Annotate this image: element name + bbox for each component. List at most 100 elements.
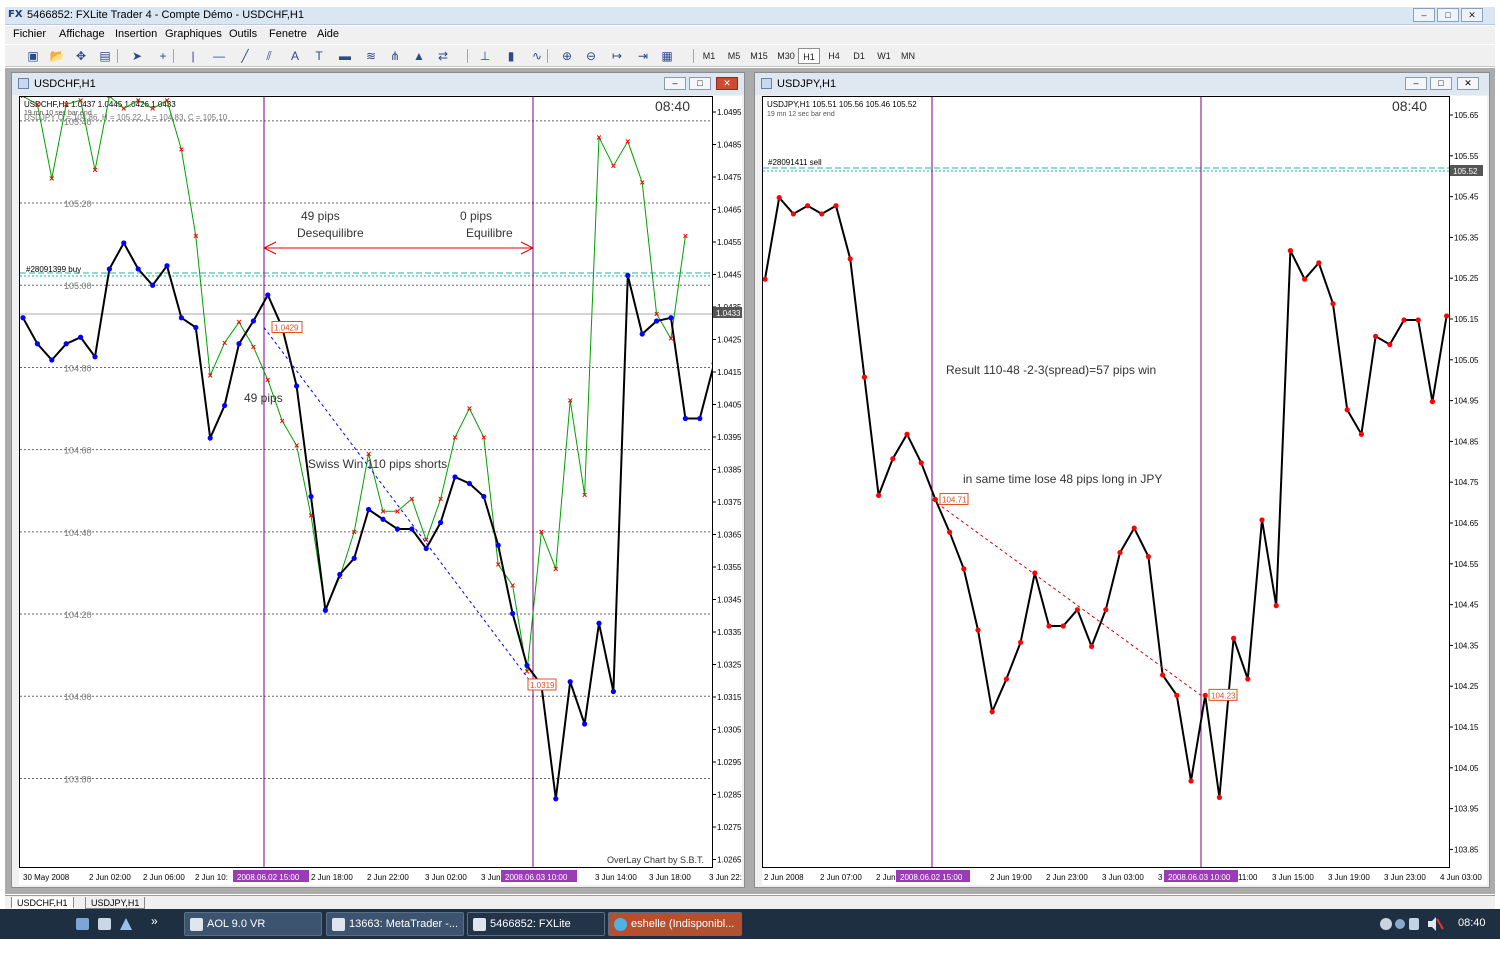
time-tick-label: 2 Jun 07:00 bbox=[820, 873, 862, 882]
price-point bbox=[452, 474, 457, 479]
price-point bbox=[510, 611, 515, 616]
price-scale-usdchf[interactable]: 1.04951.04851.04751.04651.04551.04451.04… bbox=[713, 96, 742, 868]
chart-window-icon bbox=[18, 78, 29, 89]
task-aol[interactable]: AOL 9.0 VR bbox=[184, 912, 322, 936]
bar-chart-icon[interactable]: ⊥ bbox=[475, 47, 495, 65]
timeframe-w1-button[interactable]: W1 bbox=[873, 48, 895, 64]
price-point bbox=[1174, 693, 1179, 698]
price-chart-usdjpy[interactable]: #28091411 sellUSDJPY,H1 105.51 105.56 10… bbox=[762, 96, 1450, 868]
overlay-point: × bbox=[208, 371, 213, 381]
maximize-button[interactable]: □ bbox=[1437, 8, 1459, 22]
text-icon[interactable]: A bbox=[285, 47, 305, 65]
task-messenger[interactable]: eshelle (Indisponibl... bbox=[608, 912, 742, 936]
line-chart-icon[interactable]: ∿ bbox=[527, 47, 547, 65]
show-desktop-icon[interactable] bbox=[76, 918, 89, 930]
price-point bbox=[481, 494, 486, 499]
timeframe-mn-button[interactable]: MN bbox=[897, 48, 919, 64]
horizontal-line-icon[interactable]: — bbox=[209, 47, 229, 65]
ie-icon[interactable] bbox=[98, 918, 111, 930]
price-point bbox=[975, 627, 980, 632]
scale-tick-label: 1.0445 bbox=[717, 271, 742, 280]
candlestick-icon[interactable]: ▮ bbox=[501, 47, 521, 65]
timeframe-m1-button[interactable]: M1 bbox=[698, 48, 720, 64]
tab-usdjpy[interactable]: USDJPY,H1 bbox=[85, 897, 145, 909]
navigator-icon[interactable]: ✥ bbox=[71, 47, 91, 65]
label-icon[interactable]: T bbox=[309, 47, 329, 65]
price-point bbox=[876, 493, 881, 498]
overlay-point: × bbox=[395, 506, 400, 516]
vertical-line-icon[interactable]: | bbox=[183, 47, 203, 65]
chart-close-button[interactable]: ✕ bbox=[716, 77, 738, 90]
price-point bbox=[1345, 407, 1350, 412]
scale-tick-label: 1.0415 bbox=[717, 368, 742, 377]
timeframe-d1-button[interactable]: D1 bbox=[848, 48, 870, 64]
timeframe-m15-button[interactable]: M15 bbox=[748, 48, 770, 64]
messenger-tray-icon[interactable] bbox=[1395, 919, 1405, 929]
price-point bbox=[596, 621, 601, 626]
chart-canvas-usdjpy: #28091411 sellUSDJPY,H1 105.51 105.56 10… bbox=[763, 97, 1449, 867]
menu-insertion[interactable]: Insertion bbox=[115, 28, 157, 40]
timeframe-h4-button[interactable]: H4 bbox=[823, 48, 845, 64]
task-metatrader[interactable]: 13663: MetaTrader -... bbox=[326, 912, 464, 936]
volume-icon[interactable] bbox=[1428, 917, 1436, 931]
autoscroll-icon[interactable]: ↦ bbox=[607, 47, 627, 65]
new-chart-icon[interactable]: ▣ bbox=[23, 47, 43, 65]
triangle-icon[interactable]: ▲ bbox=[409, 47, 429, 65]
price-scale-usdjpy[interactable]: 105.65105.55105.45105.35105.25105.15105.… bbox=[1450, 96, 1487, 868]
menu-outils[interactable]: Outils bbox=[229, 28, 257, 40]
network-icon[interactable] bbox=[1380, 918, 1392, 930]
time-tick-label: 3 Jun 15:00 bbox=[1272, 873, 1314, 882]
quick-launch-more-icon[interactable]: » bbox=[151, 914, 158, 928]
crosshair-icon[interactable]: + bbox=[153, 47, 173, 65]
scale-tick-label: 104.45 bbox=[1454, 601, 1479, 610]
chart-minimize-button[interactable]: – bbox=[1405, 77, 1427, 90]
chart-maximize-button[interactable]: □ bbox=[689, 77, 711, 90]
chart-close-button[interactable]: ✕ bbox=[1457, 77, 1479, 90]
templates-icon[interactable]: ▦ bbox=[657, 47, 677, 65]
arrow-icon[interactable]: ⇄ bbox=[433, 47, 453, 65]
menu-fenetre[interactable]: Fenetre bbox=[269, 28, 307, 40]
vline-date-label: 2008.06.03 10:00 bbox=[505, 873, 568, 882]
profiles-icon[interactable]: ▤ bbox=[95, 47, 115, 65]
zoom-out-icon[interactable]: ⊖ bbox=[581, 47, 601, 65]
chart-window-usdjpy[interactable]: USDJPY,H1 – □ ✕ #28091411 sellUSDJPY,H1 … bbox=[754, 72, 1490, 888]
close-button[interactable]: ✕ bbox=[1461, 8, 1483, 22]
menu-aide[interactable]: Aide bbox=[317, 28, 339, 40]
price-chart-usdchf[interactable]: 105.40105.20105.00104.80104.60104.40104.… bbox=[19, 96, 713, 868]
timeframe-m5-button[interactable]: M5 bbox=[723, 48, 745, 64]
time-tick-label: 2 Jun 10: bbox=[195, 873, 228, 882]
channel-icon[interactable]: ⫽ bbox=[259, 47, 279, 65]
timeframe-h1-button[interactable]: H1 bbox=[798, 48, 820, 64]
fibonacci-icon[interactable]: ≋ bbox=[361, 47, 381, 65]
rectangle-icon[interactable]: ▬ bbox=[335, 47, 355, 65]
menu-graphiques[interactable]: Graphiques bbox=[165, 28, 222, 40]
tab-usdchf[interactable]: USDCHF,H1 bbox=[11, 897, 74, 909]
price-point bbox=[1061, 623, 1066, 628]
cursor-icon[interactable]: ➤ bbox=[127, 47, 147, 65]
scale-tick-label: 1.0335 bbox=[717, 628, 742, 637]
zoom-in-icon[interactable]: ⊕ bbox=[557, 47, 577, 65]
task-fxlite[interactable]: 5466852: FXLite Trad... bbox=[467, 912, 605, 936]
andrews-pitchfork-icon[interactable]: ⋔ bbox=[385, 47, 405, 65]
clock[interactable]: 08:40 bbox=[1458, 917, 1486, 929]
minimize-button[interactable]: – bbox=[1413, 8, 1435, 22]
trendline-icon[interactable]: ╱ bbox=[235, 47, 255, 65]
time-axis-usdjpy[interactable]: 2 Jun 20082 Jun 07:002 Jun02 Jun 19:002 … bbox=[762, 868, 1487, 885]
time-tick-label: 2 Jun bbox=[876, 873, 896, 882]
price-point bbox=[848, 256, 853, 261]
chart-shift-icon[interactable]: ⇥ bbox=[633, 47, 653, 65]
price-point bbox=[467, 481, 472, 486]
time-axis-usdchf[interactable]: 30 May 20082 Jun 02:002 Jun 06:002 Jun 1… bbox=[19, 868, 742, 885]
scale-tick-label: 1.0465 bbox=[717, 206, 742, 215]
fxlite-icon bbox=[473, 918, 486, 931]
chart-minimize-button[interactable]: – bbox=[664, 77, 686, 90]
chart-window-usdchf[interactable]: USDCHF,H1 – □ ✕ 105.40105.20105.00104.80… bbox=[11, 72, 745, 888]
menu-fichier[interactable]: Fichier bbox=[13, 28, 46, 40]
safely-remove-icon[interactable] bbox=[1409, 918, 1419, 930]
timeframe-m30-button[interactable]: M30 bbox=[775, 48, 797, 64]
shortcut-icon[interactable] bbox=[120, 918, 132, 930]
scale-tick-label: 1.0285 bbox=[717, 791, 742, 800]
open-icon[interactable]: 📂 bbox=[47, 47, 67, 65]
menu-affichage[interactable]: Affichage bbox=[59, 28, 105, 40]
chart-maximize-button[interactable]: □ bbox=[1430, 77, 1452, 90]
